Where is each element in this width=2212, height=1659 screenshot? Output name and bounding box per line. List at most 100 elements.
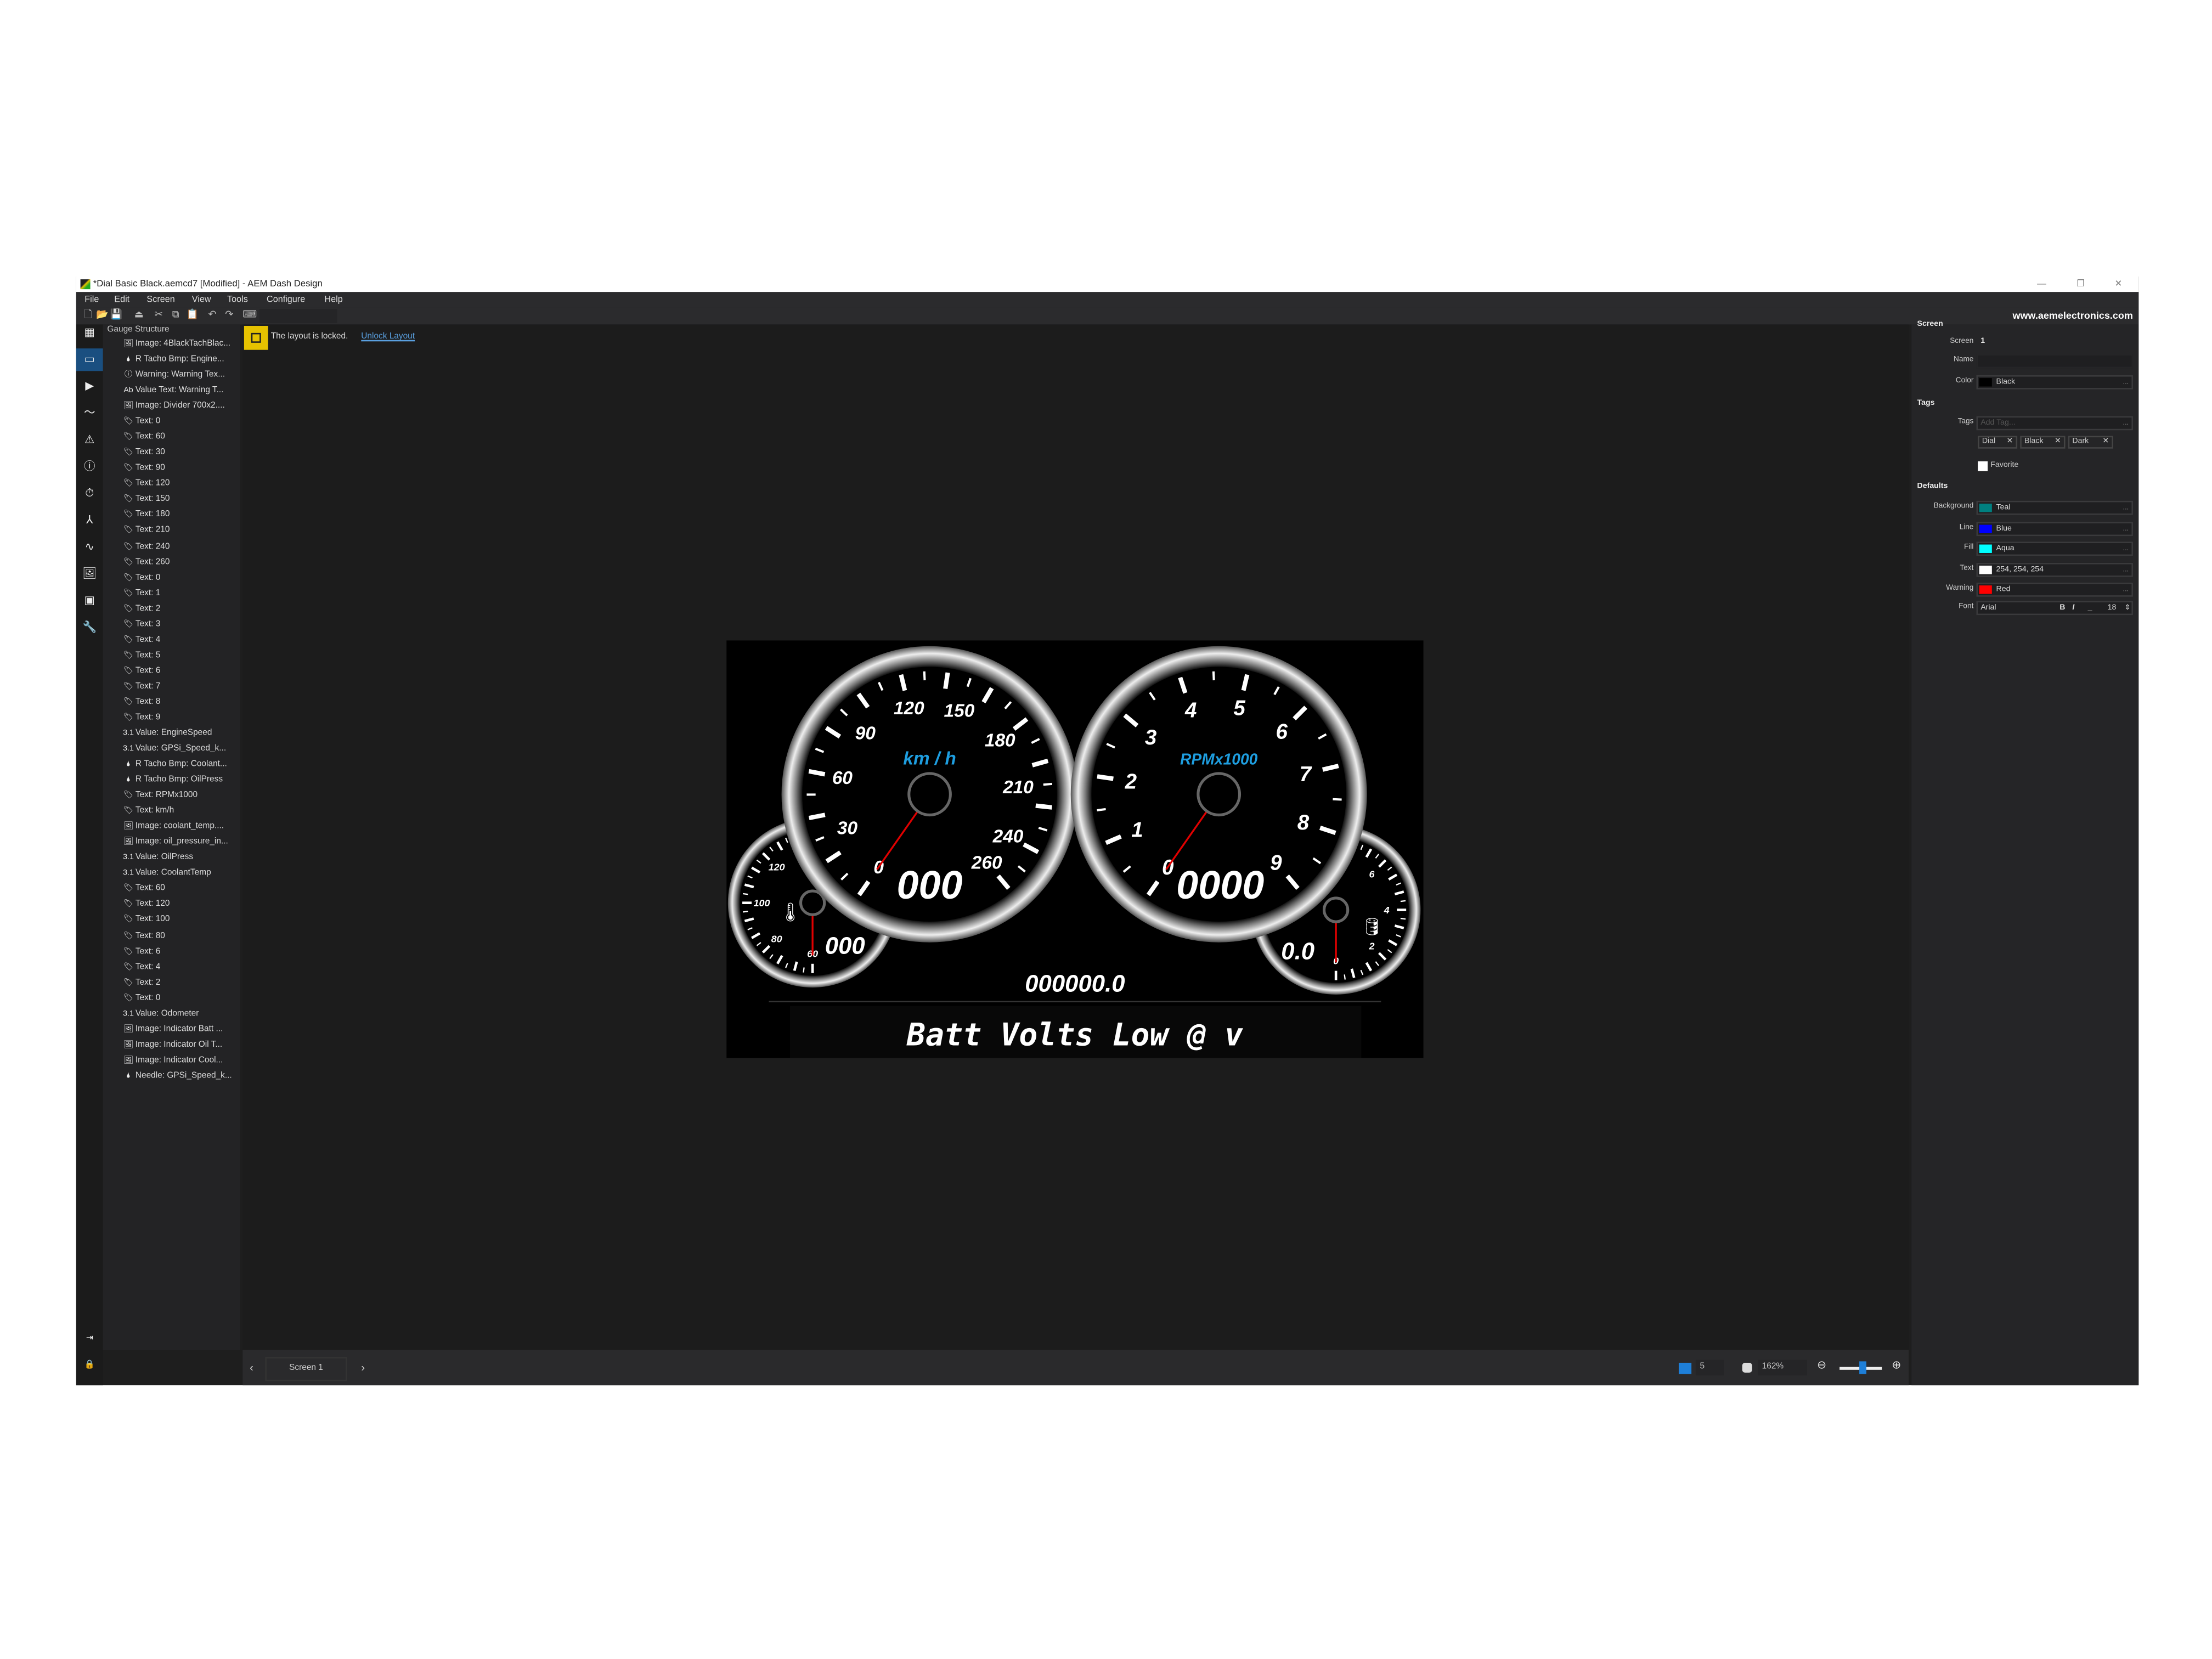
color-picker-button[interactable]: ...	[2123, 563, 2129, 575]
name-input[interactable]	[1976, 354, 2133, 369]
tree-item[interactable]: 3.1 Value: Odometer	[121, 1008, 199, 1020]
italic-toggle[interactable]: I	[2072, 602, 2074, 614]
font-field[interactable]: Arial B I _ 18 ⇕	[1976, 601, 2133, 616]
tree-item[interactable]: 🏷 Text: 260	[121, 557, 170, 568]
color-picker-button[interactable]: ...	[2123, 543, 2129, 555]
upload-icon[interactable]: ⏏	[133, 309, 145, 323]
menu-view[interactable]: View	[192, 292, 211, 307]
tree-item[interactable]: 🏷 Text: 4	[121, 962, 160, 973]
tree-item[interactable]: 🏷 Text: 0	[121, 992, 160, 1004]
color-picker-button[interactable]: ...	[2123, 502, 2129, 514]
tree-item[interactable]: 🖼 Image: Indicator Batt ...	[121, 1024, 223, 1035]
tree-item[interactable]: 🏷 Text: 0	[121, 416, 160, 428]
default-warning-field[interactable]: Red...	[1976, 582, 2133, 597]
tree-item[interactable]: 🏷 Text: 7	[121, 681, 160, 693]
favorite-checkbox[interactable]	[1978, 461, 1988, 471]
new-file-icon[interactable]: 🗋	[82, 309, 94, 323]
default-background-field[interactable]: Teal...	[1976, 500, 2133, 515]
unlock-layout-link[interactable]: Unlock Layout	[361, 333, 415, 341]
color-picker-button[interactable]: ...	[2123, 584, 2129, 596]
tree-item[interactable]: 🏷 Text: 80	[121, 930, 165, 942]
images-icon[interactable]: ▣	[76, 590, 103, 612]
tree-item[interactable]: 3.1 Value: GPSi_Speed_k...	[121, 743, 226, 755]
tree-item[interactable]: 🖼 Image: 4BlackTachBlac...	[121, 338, 230, 350]
tree-item[interactable]: 🏷 Text: 90	[121, 463, 165, 475]
grid-icon[interactable]: ▦	[76, 321, 103, 344]
grid-size-select[interactable]: 5	[1695, 1359, 1724, 1376]
tree-item[interactable]: 🏷 Text: 1	[121, 588, 160, 599]
tree-item[interactable]: 🏷 Text: 30	[121, 448, 165, 459]
tree-item[interactable]: 🏷 Text: 60	[121, 432, 165, 443]
next-screen-button[interactable]: ›	[361, 1361, 365, 1374]
network-icon[interactable]: ⅄	[76, 509, 103, 532]
add-tag-input[interactable]: Add Tag......	[1976, 416, 2133, 431]
tree-item[interactable]: 🏷 Text: 8	[121, 697, 160, 708]
zoom-level-field[interactable]: 162%	[1757, 1359, 1807, 1376]
grid-snap-icon[interactable]	[1678, 1362, 1692, 1374]
default-line-field[interactable]: Blue...	[1976, 521, 2133, 535]
tree-item[interactable]: 3.1 Value: EngineSpeed	[121, 728, 212, 740]
tree-item[interactable]: 🏷 Text: 60	[121, 884, 165, 895]
remove-tag-icon[interactable]: ✕	[2055, 437, 2061, 447]
tree-item[interactable]: 🏷 Text: 240	[121, 541, 170, 552]
warning-icon[interactable]: ⚠	[76, 429, 103, 452]
tree-item[interactable]: 🌢 R Tacho Bmp: Coolant...	[121, 759, 227, 771]
screen-icon[interactable]: ▭	[76, 348, 103, 371]
close-button[interactable]: ✕	[2115, 276, 2123, 292]
color-field[interactable]: Black...	[1976, 375, 2133, 390]
tree-item[interactable]: 🏷 Text: 120	[121, 479, 170, 490]
tree-item[interactable]: 🏷 Text: 100	[121, 915, 170, 926]
restore-button[interactable]: ❐	[2076, 276, 2085, 292]
tree-item[interactable]: Ab Value Text: Warning T...	[121, 385, 223, 397]
menu-tools[interactable]: Tools	[227, 292, 248, 307]
lock-icon[interactable]: 🔒	[76, 1355, 103, 1377]
play-icon[interactable]: ▶	[76, 375, 103, 398]
default-fill-field[interactable]: Aqua...	[1976, 541, 2133, 556]
undo-icon[interactable]: ↶	[206, 309, 218, 323]
dash-preview[interactable]: 6080100120024603060901201501802102402600…	[726, 640, 1424, 1058]
tree-item[interactable]: 🏷 Text: 0	[121, 572, 160, 584]
underline-toggle[interactable]: _	[2088, 602, 2092, 614]
screen-selector[interactable]: Screen 1	[265, 1357, 347, 1381]
menu-edit[interactable]: Edit	[114, 292, 129, 307]
copy-icon[interactable]: ⧉	[170, 309, 182, 323]
save-icon[interactable]: 💾	[110, 309, 123, 323]
alert-icon[interactable]: ⓘ	[76, 456, 103, 478]
menu-file[interactable]: File	[84, 292, 99, 307]
tree-item[interactable]: 🏷 Text: 9	[121, 712, 160, 724]
zoom-in-icon[interactable]: ⊕	[1892, 1358, 1901, 1371]
redo-icon[interactable]: ↷	[223, 309, 235, 323]
fit-screen-icon[interactable]	[1742, 1362, 1752, 1373]
tree-item[interactable]: 🏷 Text: 2	[121, 977, 160, 989]
tree-item[interactable]: 🏷 Text: 6	[121, 946, 160, 957]
tree-item[interactable]: 🏷 Text: 5	[121, 650, 160, 662]
tree-item[interactable]: 🖼 Image: Divider 700x2....	[121, 401, 225, 413]
tree-item[interactable]: 🏷 Text: 6	[121, 665, 160, 677]
keyboard-icon[interactable]: ⌨	[242, 309, 257, 323]
remove-tag-icon[interactable]: ✕	[2102, 437, 2109, 447]
tree-item[interactable]: 🏷 Text: km/h	[121, 806, 174, 817]
tree-item[interactable]: 🏷 Text: 4	[121, 634, 160, 646]
tree-item[interactable]: 🌢 Needle: GPSi_Speed_k...	[121, 1070, 232, 1082]
zoom-slider[interactable]	[1839, 1361, 1882, 1374]
color-picker-button[interactable]: ...	[2123, 377, 2129, 388]
trend-icon[interactable]: 〜	[76, 402, 103, 425]
menu-screen[interactable]: Screen	[146, 292, 174, 307]
tree-item[interactable]: 🏷 Text: 210	[121, 526, 170, 537]
tree-item[interactable]: 🌢 R Tacho Bmp: Engine...	[121, 354, 224, 366]
tree-item[interactable]: 🏷 Text: 150	[121, 494, 170, 506]
tree-item[interactable]: 🏷 Text: 180	[121, 510, 170, 521]
cut-icon[interactable]: ✂	[153, 309, 165, 323]
tree-item[interactable]: 🖼 Image: oil_pressure_in...	[121, 837, 228, 849]
tree-item[interactable]: 🏷 Text: 120	[121, 899, 170, 911]
default-text-field[interactable]: 254, 254, 254...	[1976, 562, 2133, 577]
tree-item[interactable]: 🏷 Text: 3	[121, 619, 160, 630]
open-folder-icon[interactable]: 📂	[96, 309, 109, 323]
remove-tag-icon[interactable]: ✕	[2007, 437, 2013, 447]
zoom-out-icon[interactable]: ⊖	[1817, 1358, 1826, 1371]
expand-icon[interactable]: ⇥	[76, 1328, 103, 1350]
tree-item[interactable]: 🏷 Text: RPMx1000	[121, 790, 198, 802]
tree-item[interactable]: 🌢 R Tacho Bmp: OilPress	[121, 775, 223, 786]
tree-item[interactable]: 🖼 Image: Indicator Oil T...	[121, 1040, 222, 1051]
tree-item[interactable]: 3.1 Value: OilPress	[121, 853, 193, 864]
